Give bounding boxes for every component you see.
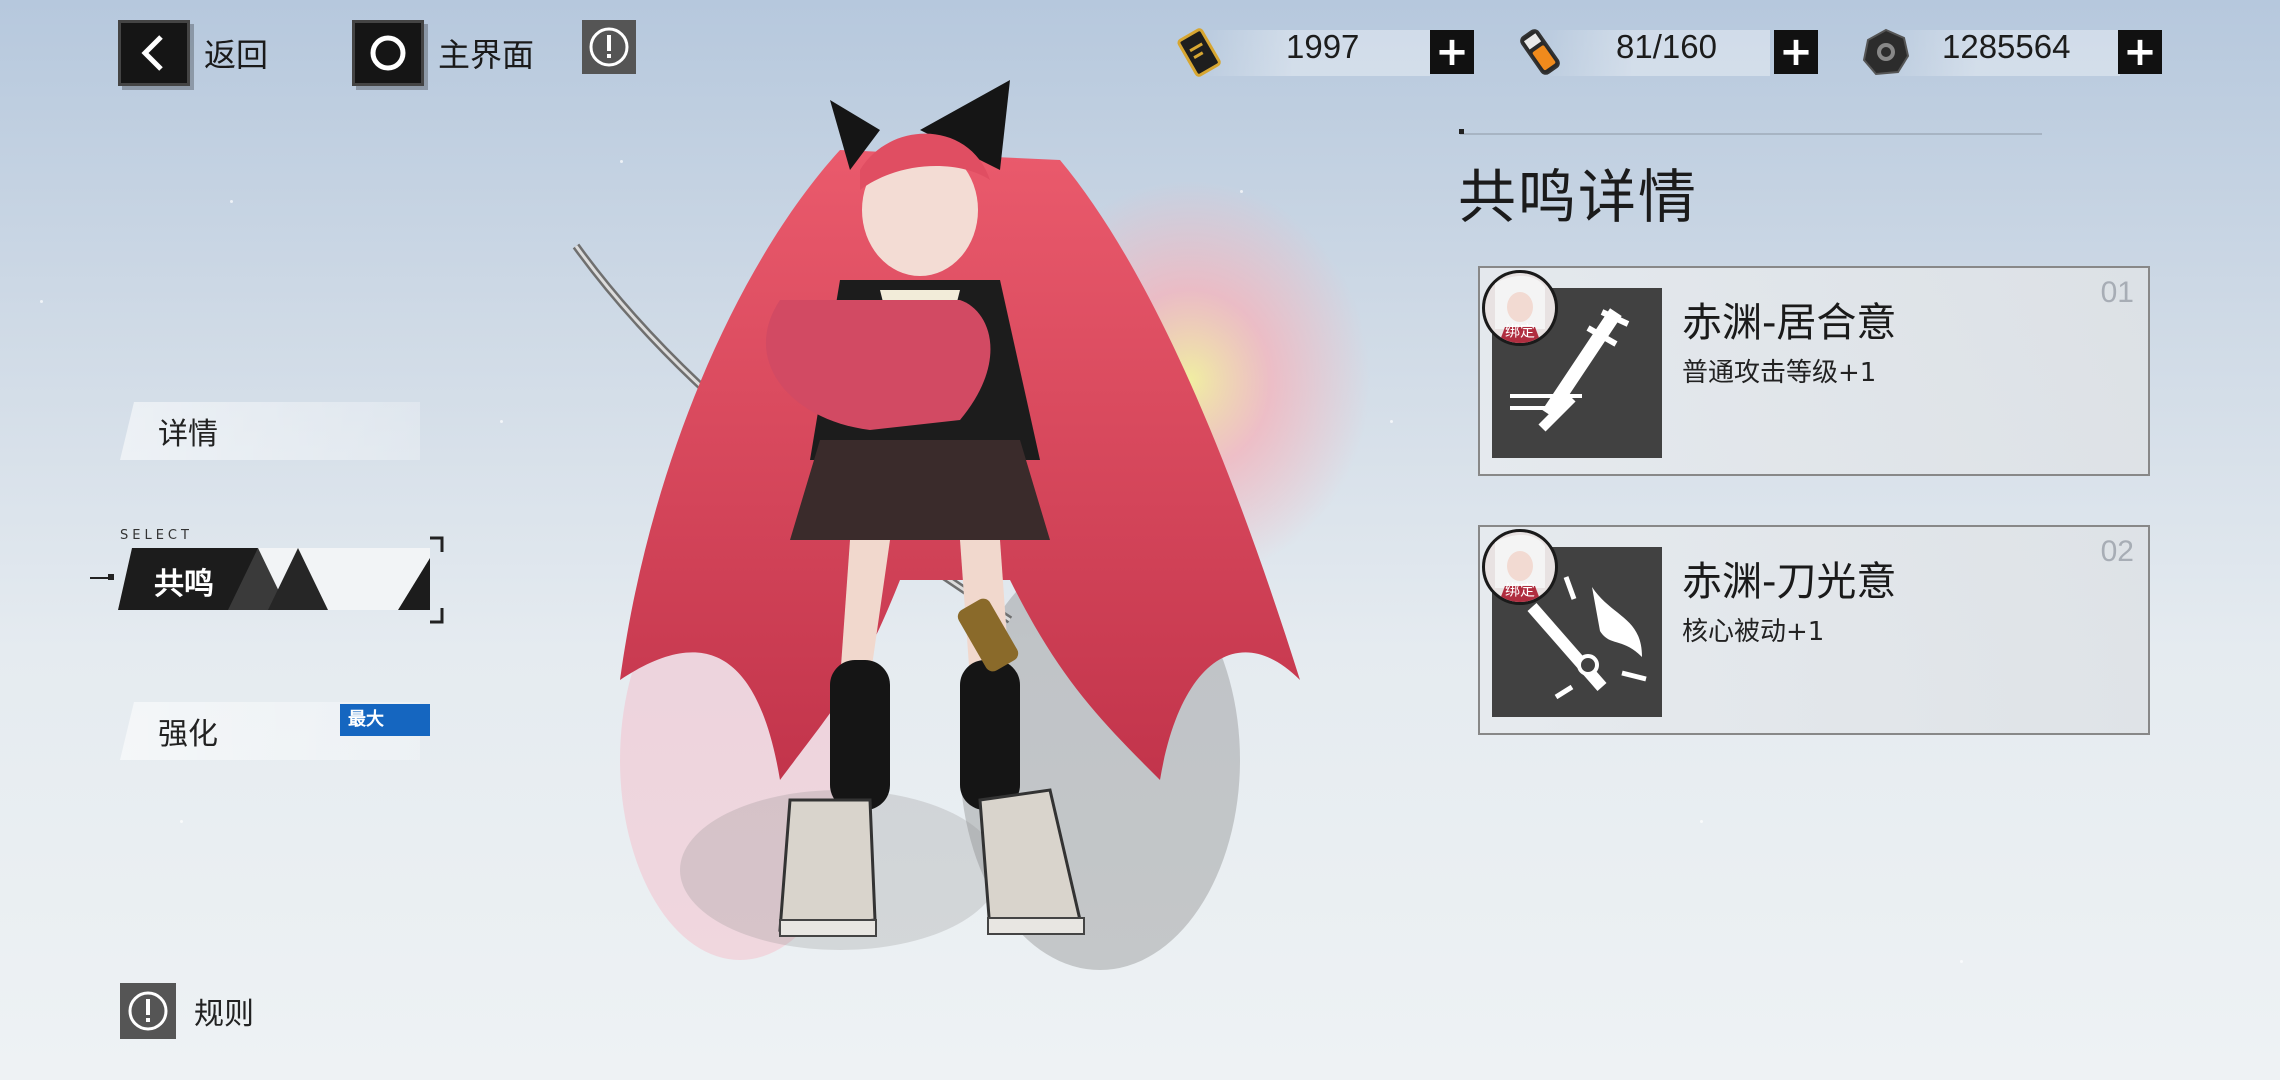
- chevron-left-icon: [118, 20, 190, 86]
- card-number: 01: [2100, 276, 2134, 309]
- menu-item-details[interactable]: 详情: [120, 402, 420, 460]
- max-badge: 最大: [340, 704, 430, 736]
- rules-button[interactable]: 规则: [120, 983, 254, 1039]
- bind-label: 绑定: [1504, 581, 1535, 599]
- back-button[interactable]: 返回: [118, 20, 268, 86]
- panel-title-line: [1460, 133, 2042, 135]
- bind-label: 绑定: [1504, 322, 1535, 340]
- character-avatar: 绑定: [1482, 529, 1558, 605]
- energy-battery-icon: [1520, 29, 1560, 75]
- character-avatar: 绑定: [1482, 270, 1558, 346]
- add-currency-1-button[interactable]: +: [1430, 30, 1474, 74]
- exclamation-icon: [120, 983, 176, 1039]
- circle-home-icon: [352, 20, 424, 86]
- card-desc: 普通攻击等级+1: [1682, 358, 1877, 388]
- rules-label: 规则: [194, 997, 254, 1032]
- panel-title: 共鸣详情: [1458, 163, 1699, 231]
- home-button[interactable]: 主界面: [352, 20, 534, 86]
- menu-enhance-label: 强化: [158, 717, 218, 752]
- currency-value-3: 1285564: [1942, 28, 2071, 65]
- add-currency-3-button[interactable]: +: [2118, 30, 2162, 74]
- resonance-card-1[interactable]: 绑定 01 赤渊-居合意 普通攻击等级+1: [1478, 266, 2150, 476]
- back-label: 返回: [204, 36, 269, 74]
- home-label: 主界面: [438, 36, 535, 74]
- panel-title-tick: [1459, 129, 1464, 134]
- card-desc: 核心被动+1: [1682, 617, 1825, 647]
- gear-coin-icon: [1862, 28, 1910, 76]
- card-name: 赤渊-居合意: [1682, 300, 1897, 346]
- add-currency-2-button[interactable]: +: [1774, 30, 1818, 74]
- resonance-card-2[interactable]: 绑定 02 赤渊-刀光意 核心被动+1: [1478, 525, 2150, 735]
- card-name: 赤渊-刀光意: [1682, 559, 1897, 605]
- menu-details-label: 详情: [158, 417, 218, 452]
- character-illustration: [572, 80, 1370, 970]
- select-bracket: [430, 536, 444, 624]
- menu-resonance-label: 共鸣: [154, 567, 214, 602]
- currency-value-2: 81/160: [1616, 28, 1717, 65]
- select-marker-dot: [108, 574, 114, 580]
- card-number: 02: [2100, 535, 2134, 568]
- select-tag: SELECT: [120, 528, 193, 543]
- menu-item-resonance[interactable]: 共鸣: [118, 548, 430, 610]
